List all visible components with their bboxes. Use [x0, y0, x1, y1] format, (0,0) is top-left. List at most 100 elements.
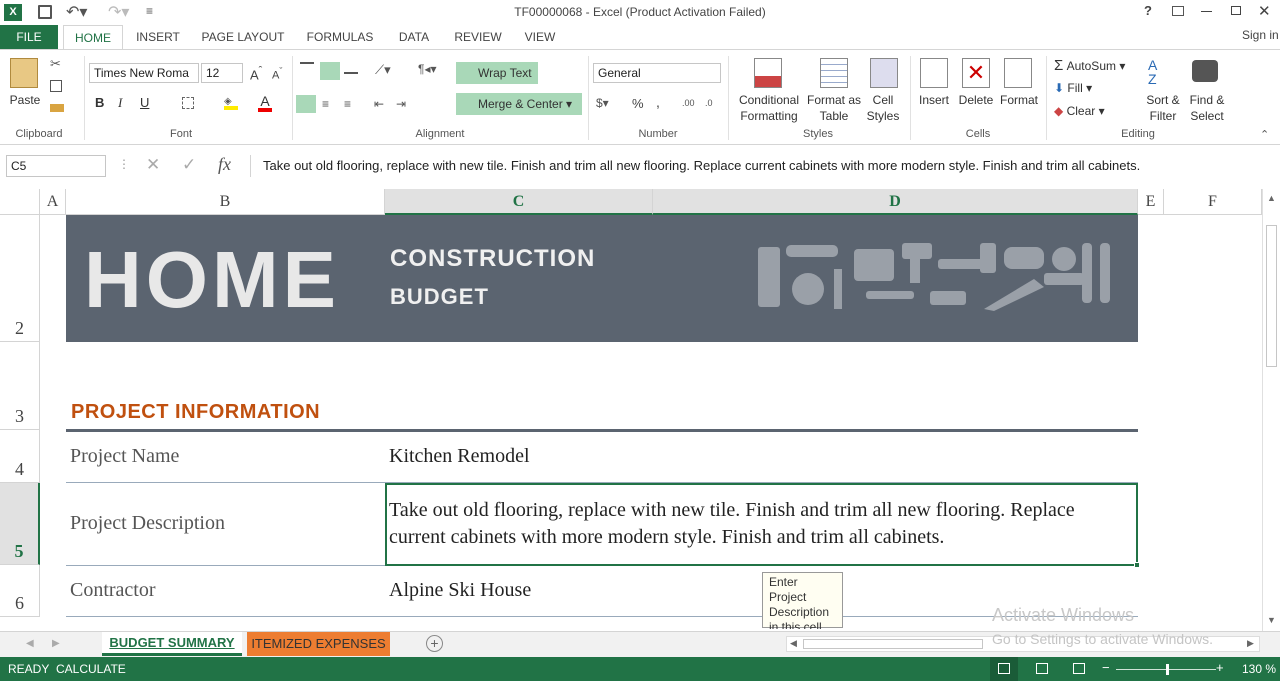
cut-icon[interactable]: ✂ — [50, 56, 61, 72]
format-as-table-icon[interactable] — [820, 58, 848, 88]
save-icon[interactable] — [38, 5, 52, 19]
autosum-button[interactable]: Σ AutoSum ▾ — [1054, 57, 1125, 74]
cell-styles-button[interactable]: Cell Styles — [860, 92, 906, 124]
font-color-icon[interactable]: A — [258, 94, 272, 112]
redo-icon[interactable]: ↷▾ — [108, 2, 129, 22]
restore-icon[interactable] — [1231, 6, 1241, 15]
zoom-slider-thumb[interactable] — [1166, 664, 1169, 675]
font-size-select[interactable]: 12 — [201, 63, 243, 83]
column-header-c[interactable]: C — [385, 189, 653, 215]
binoculars-icon[interactable] — [1192, 60, 1218, 82]
align-center-icon[interactable]: ≡ — [322, 97, 329, 111]
scroll-right-icon[interactable]: ▶ — [1247, 638, 1254, 649]
orientation-icon[interactable]: ⟋▾ — [375, 62, 391, 78]
font-name-select[interactable]: Times New Roma — [89, 63, 199, 83]
sign-in-link[interactable]: Sign in — [1242, 28, 1279, 42]
cancel-entry-icon[interactable]: ✕ — [146, 155, 160, 175]
borders-icon[interactable] — [182, 97, 194, 109]
number-format-select[interactable]: General — [593, 63, 721, 83]
increase-indent-icon[interactable]: ⇥ — [396, 97, 406, 111]
column-header-a[interactable]: A — [40, 189, 66, 215]
accounting-format-icon[interactable]: $▾ — [596, 96, 609, 110]
column-header-b[interactable]: B — [66, 189, 385, 215]
bold-button[interactable]: B — [95, 95, 104, 110]
horizontal-scroll-thumb[interactable] — [803, 639, 983, 649]
scroll-up-icon[interactable]: ▲ — [1267, 193, 1276, 203]
zoom-in-icon[interactable]: + — [1216, 660, 1224, 675]
paste-button[interactable]: Paste — [6, 92, 44, 108]
underline-button[interactable]: U — [140, 95, 149, 110]
insert-function-icon[interactable]: fx — [218, 154, 231, 175]
row-header-6[interactable]: 6 — [0, 565, 40, 617]
format-as-table-button[interactable]: Format as Table — [804, 92, 864, 124]
bottom-align-icon[interactable] — [344, 62, 358, 74]
next-sheet-icon[interactable]: ▶ — [52, 638, 60, 649]
new-sheet-icon[interactable]: + — [426, 635, 443, 652]
formula-content[interactable]: Take out old flooring, replace with new … — [250, 155, 1274, 177]
customize-qat-icon[interactable]: ≡ — [146, 4, 153, 18]
undo-icon[interactable]: ↶▾ — [66, 2, 87, 22]
align-right-icon[interactable]: ≡ — [344, 97, 351, 111]
vertical-scrollbar[interactable]: ▲ ▼ — [1262, 189, 1280, 631]
selected-cell-c5[interactable]: Take out old flooring, replace with new … — [385, 483, 1140, 568]
project-name-value[interactable]: Kitchen Remodel — [389, 445, 530, 468]
conditional-formatting-icon[interactable] — [754, 58, 782, 88]
scroll-down-icon[interactable]: ▼ — [1267, 615, 1276, 625]
tab-formulas[interactable]: FORMULAS — [302, 25, 378, 49]
percent-button[interactable]: % — [632, 96, 644, 111]
page-break-view-icon[interactable] — [1073, 663, 1085, 674]
insert-cells-button[interactable]: Insert — [914, 92, 954, 108]
column-header-e[interactable]: E — [1138, 189, 1164, 215]
row-header-5[interactable]: 5 — [0, 483, 40, 565]
worksheet-grid[interactable]: A B C D E F 2 3 4 5 6 HOME CONSTRUCTION … — [0, 189, 1262, 629]
tab-file[interactable]: FILE — [0, 25, 58, 49]
row-header-4[interactable]: 4 — [0, 430, 40, 483]
column-header-f[interactable]: F — [1164, 189, 1262, 215]
row-header-2[interactable]: 2 — [0, 215, 40, 342]
delete-cells-icon[interactable]: ✕ — [962, 58, 990, 88]
tab-review[interactable]: REVIEW — [448, 25, 508, 49]
tab-data[interactable]: DATA — [390, 25, 438, 49]
scroll-left-icon[interactable]: ◀ — [790, 638, 797, 649]
sheet-tab-itemized-expenses[interactable]: ITEMIZED EXPENSES — [247, 632, 390, 656]
tab-insert[interactable]: INSERT — [130, 25, 186, 49]
collapse-ribbon-icon[interactable]: ⌃ — [1260, 128, 1269, 141]
zoom-level[interactable]: 130 % — [1242, 662, 1276, 676]
sort-filter-button[interactable]: Sort & Filter — [1140, 92, 1186, 124]
conditional-formatting-button[interactable]: Conditional Formatting — [734, 92, 804, 124]
minimize-icon[interactable] — [1201, 11, 1212, 12]
column-header-d[interactable]: D — [653, 189, 1138, 215]
middle-align-icon[interactable] — [320, 62, 340, 80]
top-align-icon[interactable] — [300, 62, 314, 72]
align-left-icon[interactable] — [296, 95, 316, 113]
page-layout-view-icon[interactable] — [1036, 663, 1048, 674]
sheet-tab-budget-summary[interactable]: BUDGET SUMMARY — [102, 632, 242, 656]
cell-styles-icon[interactable] — [870, 58, 898, 88]
select-all-corner[interactable] — [0, 189, 40, 215]
grow-font-icon[interactable]: Aˆ — [250, 65, 262, 82]
close-icon[interactable]: ✕ — [1258, 2, 1271, 20]
paste-icon[interactable] — [10, 58, 38, 88]
zoom-out-icon[interactable]: − — [1102, 660, 1110, 675]
name-box[interactable]: C5 — [6, 155, 106, 177]
fill-color-icon[interactable]: ◈ — [224, 96, 238, 110]
delete-cells-button[interactable]: Delete — [956, 92, 996, 108]
italic-button[interactable]: I — [118, 95, 122, 111]
confirm-entry-icon[interactable]: ✓ — [182, 155, 196, 175]
insert-cells-icon[interactable] — [920, 58, 948, 88]
help-icon[interactable]: ? — [1144, 3, 1152, 18]
format-cells-icon[interactable] — [1004, 58, 1032, 88]
decrease-indent-icon[interactable]: ⇤ — [374, 97, 384, 111]
copy-icon[interactable] — [50, 80, 62, 92]
excel-logo-icon[interactable]: X — [4, 4, 22, 21]
clear-button[interactable]: ◆ Clear ▾ — [1054, 104, 1105, 118]
fill-handle[interactable] — [1134, 562, 1140, 568]
row-header-3[interactable]: 3 — [0, 342, 40, 430]
vertical-scroll-thumb[interactable] — [1266, 225, 1277, 367]
comma-style-icon[interactable]: , — [656, 94, 660, 110]
merge-center-button[interactable]: Merge & Center ▾ — [456, 93, 582, 115]
increase-decimal-icon[interactable]: .00 — [682, 98, 695, 108]
prev-sheet-icon[interactable]: ◀ — [26, 638, 34, 649]
sort-filter-icon[interactable]: AZ — [1148, 58, 1157, 86]
fill-button[interactable]: ⬇ Fill ▾ — [1054, 81, 1092, 95]
